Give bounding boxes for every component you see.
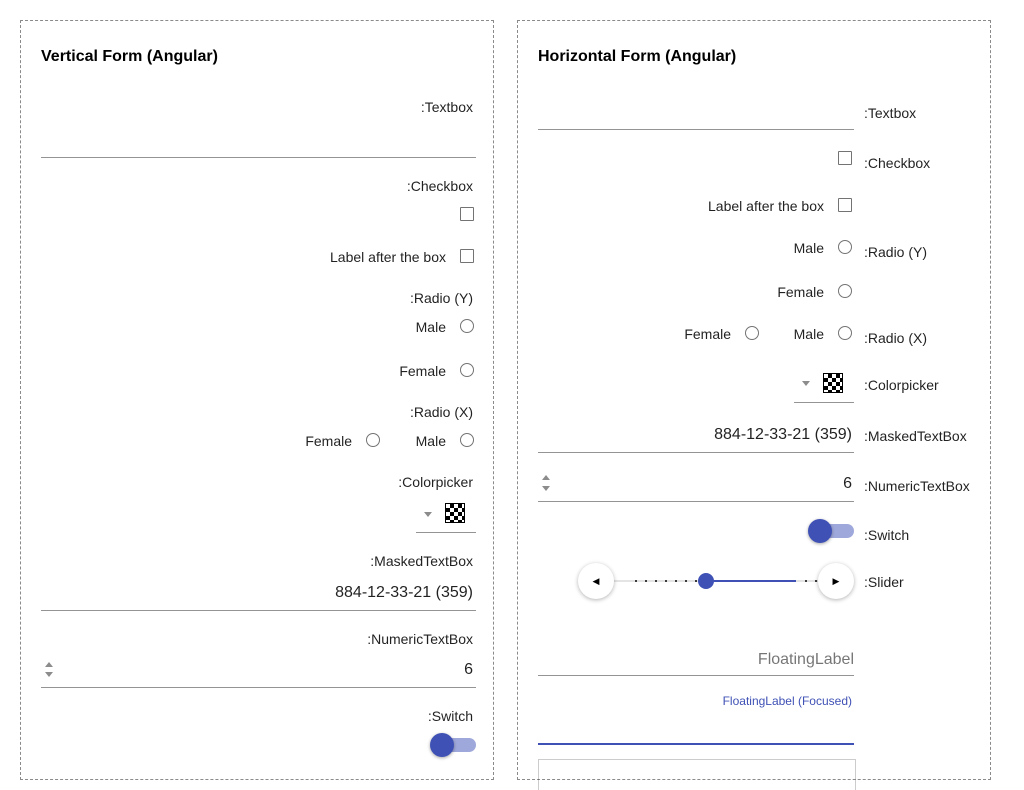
vertical-form-title: Vertical Form (Angular): [41, 48, 218, 65]
v-colorpicker-underline: [416, 532, 476, 533]
spin-up-icon[interactable]: [542, 475, 550, 480]
dropdown-icon: [424, 512, 432, 517]
slider-thumb[interactable]: [698, 573, 714, 589]
vertical-form-panel: Vertical Form (Angular) :Textbox :Checkb…: [20, 20, 494, 780]
h-floating-input[interactable]: FloatingLabel: [538, 643, 854, 675]
h-numeric-label: :NumericTextBox: [864, 478, 970, 494]
h-radio-x-male[interactable]: [838, 326, 852, 340]
v-radio-y-male-label: Male: [415, 319, 446, 335]
h-floating-focused-input[interactable]: [538, 713, 854, 743]
floating-label-text: FloatingLabel: [757, 651, 854, 668]
horizontal-form-panel: Horizontal Form (Angular) :Textbox :Chec…: [517, 20, 991, 790]
v-checkbox-label: :Checkbox: [406, 178, 473, 194]
h-colorpicker-label: :Colorpicker: [864, 377, 939, 393]
v-checkbox-after-label: Label after the box: [330, 249, 446, 265]
v-radio-y-label: :Radio (Y): [409, 290, 473, 306]
h-colorpicker[interactable]: [794, 369, 854, 401]
v-radio-x-female[interactable]: [366, 433, 380, 447]
h-radio-x-male-label: Male: [793, 326, 824, 342]
v-switch-label: :Switch: [427, 708, 473, 724]
h-radio-y-female[interactable]: [838, 284, 852, 298]
v-checkbox[interactable]: [460, 207, 474, 221]
v-radio-y-female-label: Female: [399, 363, 446, 379]
h-masked-underline: [538, 452, 854, 453]
h-textbox-underline: [538, 129, 854, 130]
h-checkbox-after-label: Label after the box: [708, 198, 824, 214]
caret-left-icon[interactable]: ◀: [578, 563, 614, 599]
h-radio-y-label: :Radio (Y): [864, 244, 928, 260]
spin-down-icon[interactable]: [542, 486, 550, 491]
v-textbox-input[interactable]: [41, 129, 476, 157]
v-colorpicker[interactable]: [416, 500, 476, 532]
dropdown-icon: [802, 381, 810, 386]
slider-track: [596, 580, 836, 582]
v-radio-y-male[interactable]: [460, 319, 474, 333]
h-masked-label: :MaskedTextBox: [864, 428, 967, 444]
h-colorpicker-underline: [794, 402, 854, 403]
v-radio-x-label: :Radio (X): [409, 404, 473, 420]
caret-right-icon[interactable]: ▶: [818, 563, 854, 599]
h-numeric-underline: [538, 501, 854, 502]
v-masked-underline: [41, 610, 476, 611]
switch-thumb: [808, 519, 832, 543]
h-checkbox-after[interactable]: [838, 198, 852, 212]
spin-up-icon[interactable]: [45, 662, 53, 667]
h-radio-y-male-label: Male: [793, 240, 824, 256]
h-textbox-label: :Textbox: [864, 105, 917, 121]
spin-down-icon[interactable]: [45, 672, 53, 677]
v-radio-x-male[interactable]: [460, 433, 474, 447]
horizontal-form-title: Horizontal Form (Angular): [538, 48, 737, 65]
h-slider-label: :Slider: [864, 574, 904, 590]
v-masked-input[interactable]: 884-12-33-21 (359): [335, 584, 473, 602]
h-next-field[interactable]: [538, 759, 856, 790]
color-swatch: [823, 373, 843, 393]
v-radio-x-male-label: Male: [415, 433, 446, 449]
color-swatch: [445, 503, 465, 523]
v-masked-label: :MaskedTextBox: [370, 553, 473, 569]
h-textbox-input[interactable]: [538, 101, 854, 129]
v-checkbox-after[interactable]: [460, 249, 474, 263]
h-radio-y-female-label: Female: [777, 284, 824, 300]
v-colorpicker-label: :Colorpicker: [398, 474, 473, 490]
v-numeric-underline: [41, 687, 476, 688]
h-radio-x-label: :Radio (X): [864, 330, 928, 346]
h-floating-underline: [538, 675, 854, 676]
h-slider[interactable]: ◀ ▶: [578, 563, 854, 599]
h-masked-input[interactable]: 884-12-33-21 (359): [714, 426, 852, 444]
v-radio-y-female[interactable]: [460, 363, 474, 377]
v-numeric-input[interactable]: 6: [464, 661, 473, 679]
h-radio-x-female-label: Female: [684, 326, 731, 342]
floating-label-focused-text: FloatingLabel (Focused): [722, 694, 852, 708]
h-checkbox-label: :Checkbox: [864, 155, 931, 171]
h-checkbox[interactable]: [838, 151, 852, 165]
v-textbox-underline: [41, 157, 476, 158]
switch-thumb: [430, 733, 454, 757]
h-floating-focused-underline: [538, 743, 854, 745]
v-switch[interactable]: [430, 732, 476, 758]
h-radio-x-female[interactable]: [745, 326, 759, 340]
v-numeric-label: :NumericTextBox: [367, 631, 473, 647]
h-switch-label: :Switch: [864, 527, 910, 543]
h-numeric-input[interactable]: 6: [843, 475, 852, 493]
v-radio-x-female-label: Female: [305, 433, 352, 449]
v-textbox-label: :Textbox: [420, 99, 473, 115]
h-switch[interactable]: [808, 518, 854, 544]
h-radio-y-male[interactable]: [838, 240, 852, 254]
